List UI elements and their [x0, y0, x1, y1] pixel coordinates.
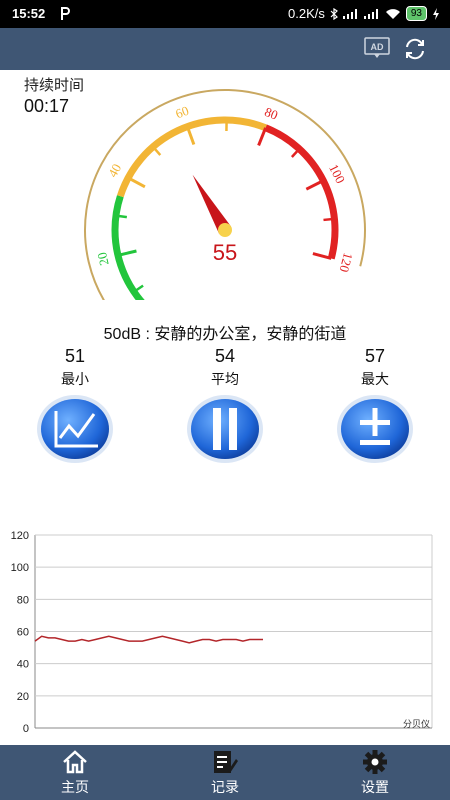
nav-records[interactable]: 记录 [175, 745, 275, 800]
refresh-icon[interactable] [402, 36, 428, 62]
gauge-tick-label: 60 [173, 103, 190, 122]
chart-toggle-button[interactable] [36, 394, 114, 464]
clock: 15:52 [12, 6, 46, 21]
gauge-tick [257, 127, 268, 146]
app-toolbar: AD [0, 28, 450, 70]
stat-min-value: 51 [64, 346, 86, 366]
signal-icon [342, 8, 359, 19]
gauge-tick-label: 80 [263, 104, 281, 123]
bluetooth-icon [330, 7, 338, 20]
chart-y-tick-label: 40 [17, 659, 29, 671]
chart-series-line [34, 635, 263, 644]
chart-y-tick-label: 20 [17, 691, 29, 703]
stat-avg-value: 54 [214, 346, 236, 366]
gauge-hub [218, 223, 232, 237]
nav-home-label: 主页 [61, 779, 89, 795]
bottom-nav: 主页 记录 设置 [0, 745, 450, 800]
nav-settings[interactable]: 设置 [325, 745, 425, 800]
gauge-tick [115, 214, 128, 219]
gear-icon [363, 750, 387, 774]
gauge-tick-label: 100 [326, 162, 348, 186]
gauge-tick [305, 179, 324, 191]
chart-y-tick-label: 80 [17, 594, 29, 606]
stat-avg-label: 平均 [211, 371, 239, 387]
gauge-tick [127, 176, 146, 189]
chart-y-tick-labels: 120 100 80 60 40 20 0 [11, 530, 29, 735]
gauge-tick [185, 126, 196, 146]
network-speed: 0.2K/s [288, 6, 325, 21]
gauge-tick-labels: 020406080100120 [94, 103, 356, 274]
stat-avg: 54 平均 [170, 346, 280, 389]
charging-icon [433, 7, 439, 20]
calibrate-button[interactable] [336, 394, 414, 464]
nav-home[interactable]: 主页 [25, 745, 125, 800]
parking-app-icon [61, 7, 70, 20]
decibel-gauge: 020406080100120 55 [84, 89, 366, 300]
chart-y-tick-label: 60 [17, 627, 29, 639]
stat-min: 51 最小 [20, 346, 130, 389]
record-icon [214, 751, 238, 773]
home-icon [63, 750, 87, 774]
pause-button[interactable] [186, 394, 264, 464]
stat-max-label: 最大 [361, 371, 389, 387]
stat-max-value: 57 [364, 346, 386, 366]
wifi-icon [385, 8, 400, 19]
svg-text:AD: AD [371, 42, 384, 52]
gauge-dial [84, 89, 366, 300]
gauge-reading: 55 [213, 240, 237, 265]
stat-max: 57 最大 [320, 346, 430, 389]
chart-annotation: 分贝仪 [403, 719, 430, 729]
chart-y-tick-label: 120 [11, 530, 29, 542]
gauge-tick-label: 40 [105, 161, 124, 180]
status-bar: 15:52 0.2K/s 93 [0, 0, 450, 28]
stat-min-label: 最小 [61, 371, 89, 387]
gauge-tick [323, 217, 335, 222]
ad-icon[interactable]: AD [364, 37, 390, 59]
gauge-tick [117, 249, 137, 257]
noise-description: 50dB : 安静的办公室，安静的街道 [103, 326, 347, 343]
nav-records-label: 记录 [211, 779, 239, 795]
chart-grid [34, 534, 433, 729]
nav-settings-label: 设置 [361, 779, 389, 795]
gauge-band-red [264, 124, 339, 260]
gauge-tick-label: 20 [94, 251, 112, 267]
gauge-band-green [111, 195, 145, 300]
chart-y-tick-label: 100 [11, 562, 29, 574]
decibel-history-chart: 120 100 80 60 40 20 0 分贝仪 [11, 530, 433, 735]
signal-icon-2 [363, 8, 380, 19]
gauge-tick-label: 120 [336, 251, 356, 274]
battery-icon: 93 [405, 6, 427, 21]
chart-y-tick-label: 0 [23, 723, 29, 735]
